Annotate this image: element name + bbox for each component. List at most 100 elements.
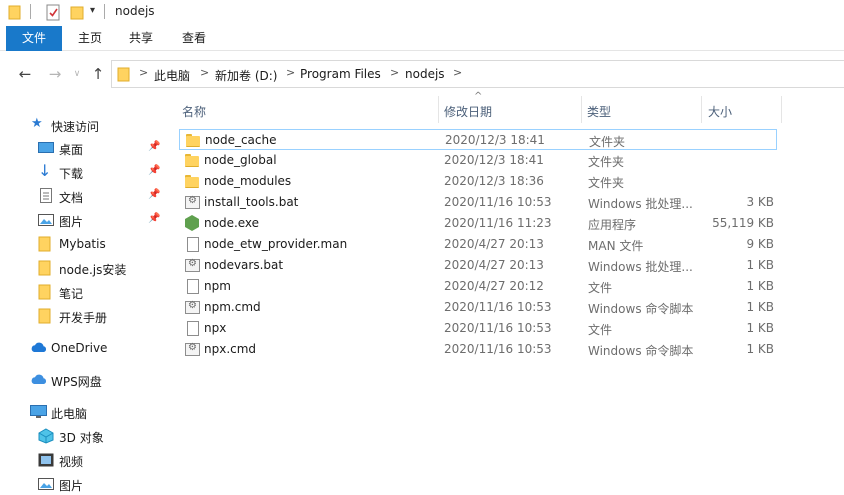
nav-wps-drive[interactable]: WPS网盘 [0, 369, 170, 391]
file-date-modified: 2020/11/16 10:53 [444, 342, 552, 356]
column-name[interactable]: 名称 [182, 103, 206, 120]
breadcrumb-separator: > [453, 66, 463, 79]
file-date-modified: 2020/11/16 11:23 [444, 216, 552, 230]
file-row[interactable]: nodevars.bat 2020/4/27 20:13 Windows 批处理..… [179, 255, 777, 276]
file-size: 1 KB [746, 342, 774, 356]
nav-label: 快速访问 [51, 120, 100, 134]
file-name: node_modules [204, 174, 292, 188]
nav-label: 下载 [59, 167, 84, 181]
documents-icon [38, 188, 54, 204]
breadcrumb-drive-d[interactable]: 新加卷 (D:) [215, 67, 277, 84]
3d-objects-icon [38, 428, 54, 444]
file-date-modified: 2020/12/3 18:41 [445, 133, 545, 147]
nav-item-nodejs-install[interactable]: node.js安装 [0, 257, 170, 279]
nav-label: 文档 [59, 191, 84, 205]
file-icon [184, 278, 200, 294]
file-row[interactable]: npm.cmd 2020/11/16 10:53 Windows 命令脚本 1 KB [179, 297, 777, 318]
column-size[interactable]: 大小 [708, 103, 732, 120]
file-size: 1 KB [746, 258, 774, 272]
nav-item-pc-pictures[interactable]: 图片 [0, 473, 170, 495]
nav-onedrive[interactable]: OneDrive [0, 337, 170, 359]
folder-icon [38, 260, 54, 276]
file-date-modified: 2020/12/3 18:41 [444, 153, 544, 167]
file-row[interactable]: node_etw_provider.man 2020/4/27 20:13 MAN … [179, 234, 777, 255]
forward-button[interactable]: → [45, 65, 65, 83]
back-button[interactable]: ← [15, 65, 35, 83]
nav-item-3d-objects[interactable]: 3D 对象 [0, 425, 170, 447]
nav-label: 图片 [59, 215, 84, 229]
file-type: Windows 命令脚本 [588, 344, 694, 358]
arrow-left-icon: ← [18, 65, 32, 83]
nav-item-desktop[interactable]: 桌面 📌 [0, 137, 170, 159]
tab-share[interactable]: 共享 [123, 26, 159, 51]
file-row[interactable]: node_global 2020/12/3 18:41 文件夹 [179, 150, 777, 171]
properties-icon[interactable] [45, 4, 61, 24]
file-name: npm.cmd [204, 300, 261, 314]
file-row[interactable]: npm 2020/4/27 20:12 文件 1 KB [179, 276, 777, 297]
column-divider[interactable] [701, 96, 702, 123]
toolbar-separator [30, 4, 31, 19]
nav-label: OneDrive [51, 341, 108, 355]
folder-icon [184, 152, 200, 168]
breadcrumb-program-files[interactable]: Program Files [300, 67, 381, 81]
folder-icon [117, 66, 131, 85]
file-size: 55,119 KB [712, 216, 774, 230]
breadcrumb-nodejs[interactable]: nodejs [405, 67, 445, 81]
file-type: 文件夹 [588, 155, 625, 169]
breadcrumb-separator: > [200, 66, 210, 79]
nav-item-downloads[interactable]: ↓ 下载 📌 [0, 161, 170, 183]
new-folder-icon[interactable] [70, 4, 84, 23]
nav-item-dev-manual[interactable]: 开发手册 [0, 305, 170, 327]
pin-icon: 📌 [148, 165, 161, 176]
cmd-file-icon [184, 341, 200, 357]
breadcrumb-this-pc[interactable]: 此电脑 [154, 67, 190, 84]
breadcrumb-separator: > [286, 66, 296, 79]
column-divider[interactable] [581, 96, 582, 123]
customize-toolbar-icon[interactable]: ▾ [90, 5, 95, 16]
desktop-icon [38, 140, 54, 156]
tab-file[interactable]: 文件 [6, 26, 62, 51]
nav-item-pictures[interactable]: 图片 📌 [0, 209, 170, 231]
file-row[interactable]: node.exe 2020/11/16 11:23 应用程序 55,119 KB [179, 213, 777, 234]
tab-home[interactable]: 主页 [72, 26, 108, 51]
file-row[interactable]: npx 2020/11/16 10:53 文件 1 KB [179, 318, 777, 339]
up-button[interactable]: ↑ [88, 65, 108, 83]
nav-label: 图片 [59, 479, 84, 493]
file-size: 9 KB [746, 237, 774, 251]
folder-icon [38, 236, 54, 252]
recent-locations-button[interactable]: ∨ [67, 65, 87, 83]
nav-label: 3D 对象 [59, 431, 104, 445]
column-header: ^ 名称 修改日期 类型 大小 [172, 91, 844, 124]
file-row[interactable]: node_cache 2020/12/3 18:41 文件夹 [179, 129, 777, 150]
batch-file-icon [184, 194, 200, 210]
address-bar[interactable]: > 此电脑 > 新加卷 (D:) > Program Files > nodej… [111, 60, 844, 88]
nav-this-pc[interactable]: 此电脑 [0, 401, 170, 423]
arrow-up-icon: ↑ [91, 65, 105, 83]
file-date-modified: 2020/11/16 10:53 [444, 321, 552, 335]
file-row[interactable]: node_modules 2020/12/3 18:36 文件夹 [179, 171, 777, 192]
column-divider[interactable] [438, 96, 439, 123]
file-type: Windows 命令脚本 [588, 302, 694, 316]
breadcrumb-separator: > [139, 66, 149, 79]
column-date-modified[interactable]: 修改日期 [444, 103, 492, 120]
nav-item-mybatis[interactable]: Mybatis [0, 233, 170, 255]
nav-quick-access[interactable]: ★ 快速访问 [0, 114, 170, 136]
file-type: 文件夹 [588, 176, 625, 190]
computer-icon [30, 404, 47, 420]
file-type: Windows 批处理... [588, 260, 693, 274]
node-exe-icon [184, 215, 200, 231]
nav-label: 视频 [59, 455, 84, 469]
column-divider[interactable] [781, 96, 782, 123]
navigation-pane: ★ 快速访问 桌面 📌 ↓ 下载 📌 文档 📌 图片 📌 Mybatis nod… [0, 96, 170, 493]
column-type[interactable]: 类型 [587, 103, 611, 120]
nav-item-documents[interactable]: 文档 📌 [0, 185, 170, 207]
folder-icon [184, 173, 200, 189]
file-row[interactable]: install_tools.bat 2020/11/16 10:53 Windows… [179, 192, 777, 213]
file-name: node_etw_provider.man [204, 237, 348, 251]
nav-item-videos[interactable]: 视频 [0, 449, 170, 471]
file-row[interactable]: npx.cmd 2020/11/16 10:53 Windows 命令脚本 1 KB [179, 339, 777, 360]
tab-view[interactable]: 查看 [176, 26, 212, 51]
nav-item-notes[interactable]: 笔记 [0, 281, 170, 303]
file-name: node_cache [205, 133, 277, 147]
nav-label: 桌面 [59, 143, 84, 157]
